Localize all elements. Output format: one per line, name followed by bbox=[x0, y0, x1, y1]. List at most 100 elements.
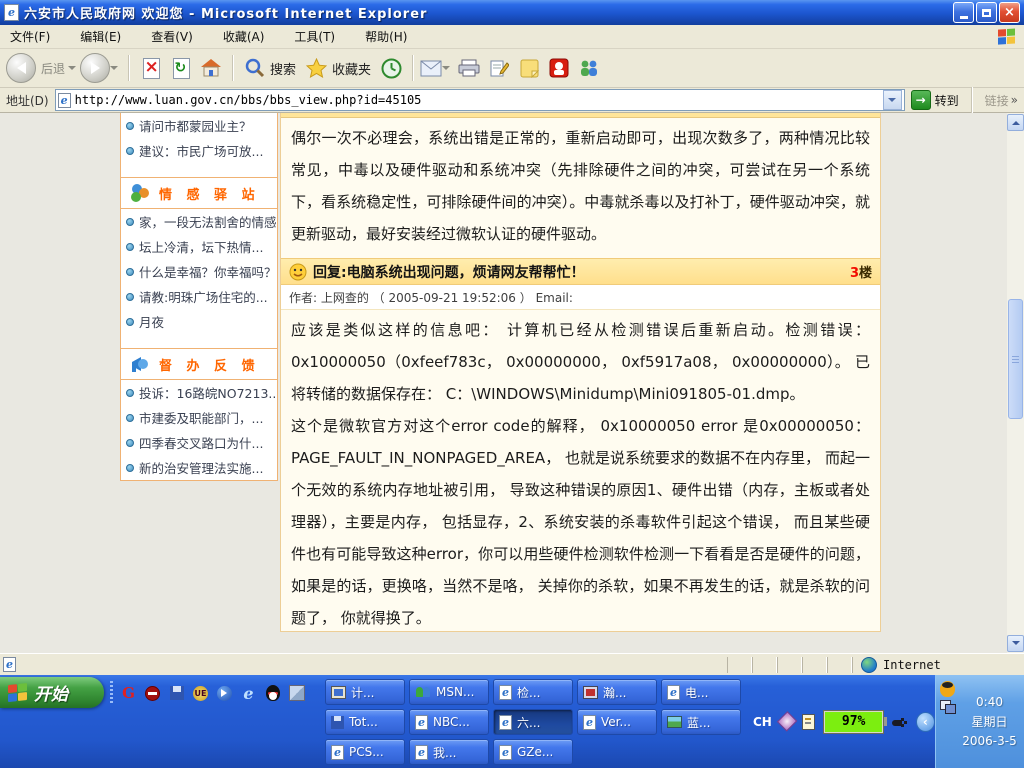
menu-help[interactable]: 帮助(H) bbox=[363, 26, 409, 47]
sidebar-link[interactable]: 四季春交叉路口为什... bbox=[121, 430, 277, 455]
sidebar-link[interactable]: 新的治安管理法实施... bbox=[121, 455, 277, 480]
forward-button[interactable] bbox=[80, 53, 118, 83]
home-button[interactable] bbox=[199, 56, 223, 80]
quicklaunch-stop-app-icon[interactable] bbox=[144, 685, 161, 702]
sidebar-link[interactable]: 96333，我举报！ bbox=[121, 480, 277, 481]
ime-diamond-icon[interactable] bbox=[777, 711, 798, 732]
taskbar-button[interactable]: MSN... bbox=[409, 679, 489, 705]
back-label: 后退 bbox=[41, 60, 65, 77]
sidebar-link[interactable]: 请问市都蒙园业主？ bbox=[121, 113, 277, 138]
favorites-button[interactable]: 收藏夹 bbox=[306, 58, 371, 78]
mail-button[interactable] bbox=[420, 60, 450, 77]
quicklaunch-floppy-icon[interactable] bbox=[168, 685, 185, 702]
links-label[interactable]: 链接 bbox=[985, 92, 1009, 109]
refresh-button[interactable] bbox=[169, 56, 193, 80]
forum-sidebar: 请问市都蒙园业主？ 建议：市民广场可放... 情 感 驿 站 家，一段无法割舍的… bbox=[120, 113, 278, 481]
battery-indicator[interactable]: 97% bbox=[823, 710, 884, 734]
qq-tray-icon[interactable] bbox=[940, 681, 955, 697]
taskbar-button[interactable]: GZe... bbox=[493, 739, 573, 765]
post-body: 应该是类似这样的信息吧： 计算机已经从检测错误后重新启动。检测错误： 0x100… bbox=[281, 310, 880, 632]
sidebar-link[interactable]: 坛上冷清，坛下热情... bbox=[121, 234, 277, 259]
taskbar-button[interactable]: Ver... bbox=[577, 709, 657, 735]
quicklaunch-qq-icon[interactable] bbox=[264, 685, 281, 702]
taskbar-button[interactable]: Tot... bbox=[325, 709, 405, 735]
sidebar-link[interactable]: 建议：市民广场可放... bbox=[121, 138, 277, 163]
bullet-icon bbox=[126, 389, 134, 397]
taskbar-button[interactable]: 瀚... bbox=[577, 679, 657, 705]
back-button[interactable]: 后退 bbox=[6, 53, 76, 83]
edit-button[interactable] bbox=[487, 56, 511, 80]
sidebar-link[interactable]: 什么是幸福？你幸福吗？ bbox=[121, 259, 277, 284]
quicklaunch-media-player-icon[interactable] bbox=[216, 685, 233, 702]
section-title: 情 感 驿 站 bbox=[159, 184, 260, 203]
sidebar-link[interactable]: 投诉：16路皖NO7213... bbox=[121, 380, 277, 405]
network-tray-icon[interactable] bbox=[940, 700, 955, 713]
sidebar-link[interactable]: 市建委及职能部门，... bbox=[121, 405, 277, 430]
scrollbar-thumb[interactable] bbox=[1008, 299, 1023, 419]
menu-view[interactable]: 查看(V) bbox=[149, 26, 195, 47]
back-dropdown-icon[interactable] bbox=[68, 66, 76, 74]
taskbar-button[interactable]: 电... bbox=[661, 679, 741, 705]
minimize-button[interactable] bbox=[953, 2, 974, 23]
quicklaunch-g-app-icon[interactable]: G bbox=[120, 685, 137, 702]
menu-tools[interactable]: 工具(T) bbox=[292, 26, 337, 47]
taskbar-button[interactable]: 蓝... bbox=[661, 709, 741, 735]
print-button[interactable] bbox=[457, 56, 481, 80]
security-zone: Internet bbox=[852, 657, 1021, 673]
qq-toolbar-button[interactable] bbox=[547, 56, 571, 80]
history-icon bbox=[381, 58, 402, 79]
window-title: 六安市人民政府网 欢迎您 - Microsoft Internet Explor… bbox=[24, 3, 427, 22]
quicklaunch-ultraedit-icon[interactable]: UE bbox=[192, 685, 209, 702]
bullet-icon bbox=[126, 414, 134, 422]
notes-button[interactable] bbox=[517, 56, 541, 80]
start-button[interactable]: 开始 bbox=[0, 677, 104, 708]
address-input[interactable]: http://www.luan.gov.cn/bbs/bbs_view.php?… bbox=[55, 89, 905, 111]
forward-dropdown-icon[interactable] bbox=[110, 66, 118, 74]
tray-collapse-icon[interactable]: ‹ bbox=[916, 712, 935, 732]
scroll-up-button[interactable] bbox=[1007, 114, 1024, 131]
go-arrow-icon: → bbox=[911, 90, 931, 110]
scroll-down-button[interactable] bbox=[1007, 635, 1024, 652]
sidebar-link[interactable]: 家，一段无法割舍的情感 bbox=[121, 209, 277, 234]
go-button[interactable]: → 转到 bbox=[911, 90, 959, 110]
toolbar-separator bbox=[128, 55, 130, 81]
sidebar-link[interactable]: 请教:明珠广场住宅的... bbox=[121, 284, 277, 309]
search-icon bbox=[245, 58, 265, 78]
favorites-star-icon bbox=[306, 58, 327, 78]
refresh-icon bbox=[173, 58, 190, 79]
quicklaunch-separator[interactable] bbox=[110, 681, 113, 705]
vertical-scrollbar[interactable] bbox=[1007, 113, 1024, 653]
taskbar-button[interactable]: NBC... bbox=[409, 709, 489, 735]
links-chevron-icon[interactable]: » bbox=[1011, 93, 1018, 107]
messenger-button[interactable] bbox=[577, 56, 601, 80]
taskbar-button[interactable]: 计... bbox=[325, 679, 405, 705]
taskbar-button-active[interactable]: 六... bbox=[493, 709, 573, 735]
restore-button[interactable] bbox=[976, 2, 997, 23]
stop-button[interactable] bbox=[139, 56, 163, 80]
tray-icons bbox=[940, 681, 955, 762]
language-indicator[interactable]: CH bbox=[753, 715, 772, 729]
address-dropdown-button[interactable] bbox=[883, 90, 902, 110]
menu-edit[interactable]: 编辑(E) bbox=[78, 26, 123, 47]
menu-file[interactable]: 文件(F) bbox=[8, 26, 52, 47]
tray-app-icon[interactable] bbox=[802, 714, 815, 730]
sidebar-link[interactable]: 月夜 bbox=[121, 309, 277, 334]
mail-dropdown-icon[interactable] bbox=[442, 66, 450, 74]
sidebar-link-label: 投诉：16路皖NO7213... bbox=[139, 383, 278, 402]
history-button[interactable] bbox=[379, 56, 403, 80]
ie-page-icon bbox=[331, 745, 344, 760]
close-button[interactable]: × bbox=[999, 2, 1020, 23]
taskbar-row-2: Tot... NBC... 六... Ver... 蓝... bbox=[325, 709, 741, 735]
ie-page-icon bbox=[415, 745, 428, 760]
taskbar-button[interactable]: PCS... bbox=[325, 739, 405, 765]
taskbar-button[interactable]: 检... bbox=[493, 679, 573, 705]
menu-favorites[interactable]: 收藏(A) bbox=[221, 26, 267, 47]
power-plug-icon[interactable] bbox=[892, 716, 907, 728]
status-bar: Internet bbox=[0, 653, 1024, 675]
status-cell bbox=[802, 657, 827, 673]
taskbar-button[interactable]: 我... bbox=[409, 739, 489, 765]
sidebar-link-label: 请问市都蒙园业主？ bbox=[139, 116, 252, 135]
quicklaunch-ie-icon[interactable]: e bbox=[240, 685, 257, 702]
quicklaunch-app-icon[interactable] bbox=[288, 685, 305, 702]
search-button[interactable]: 搜索 bbox=[245, 58, 296, 78]
